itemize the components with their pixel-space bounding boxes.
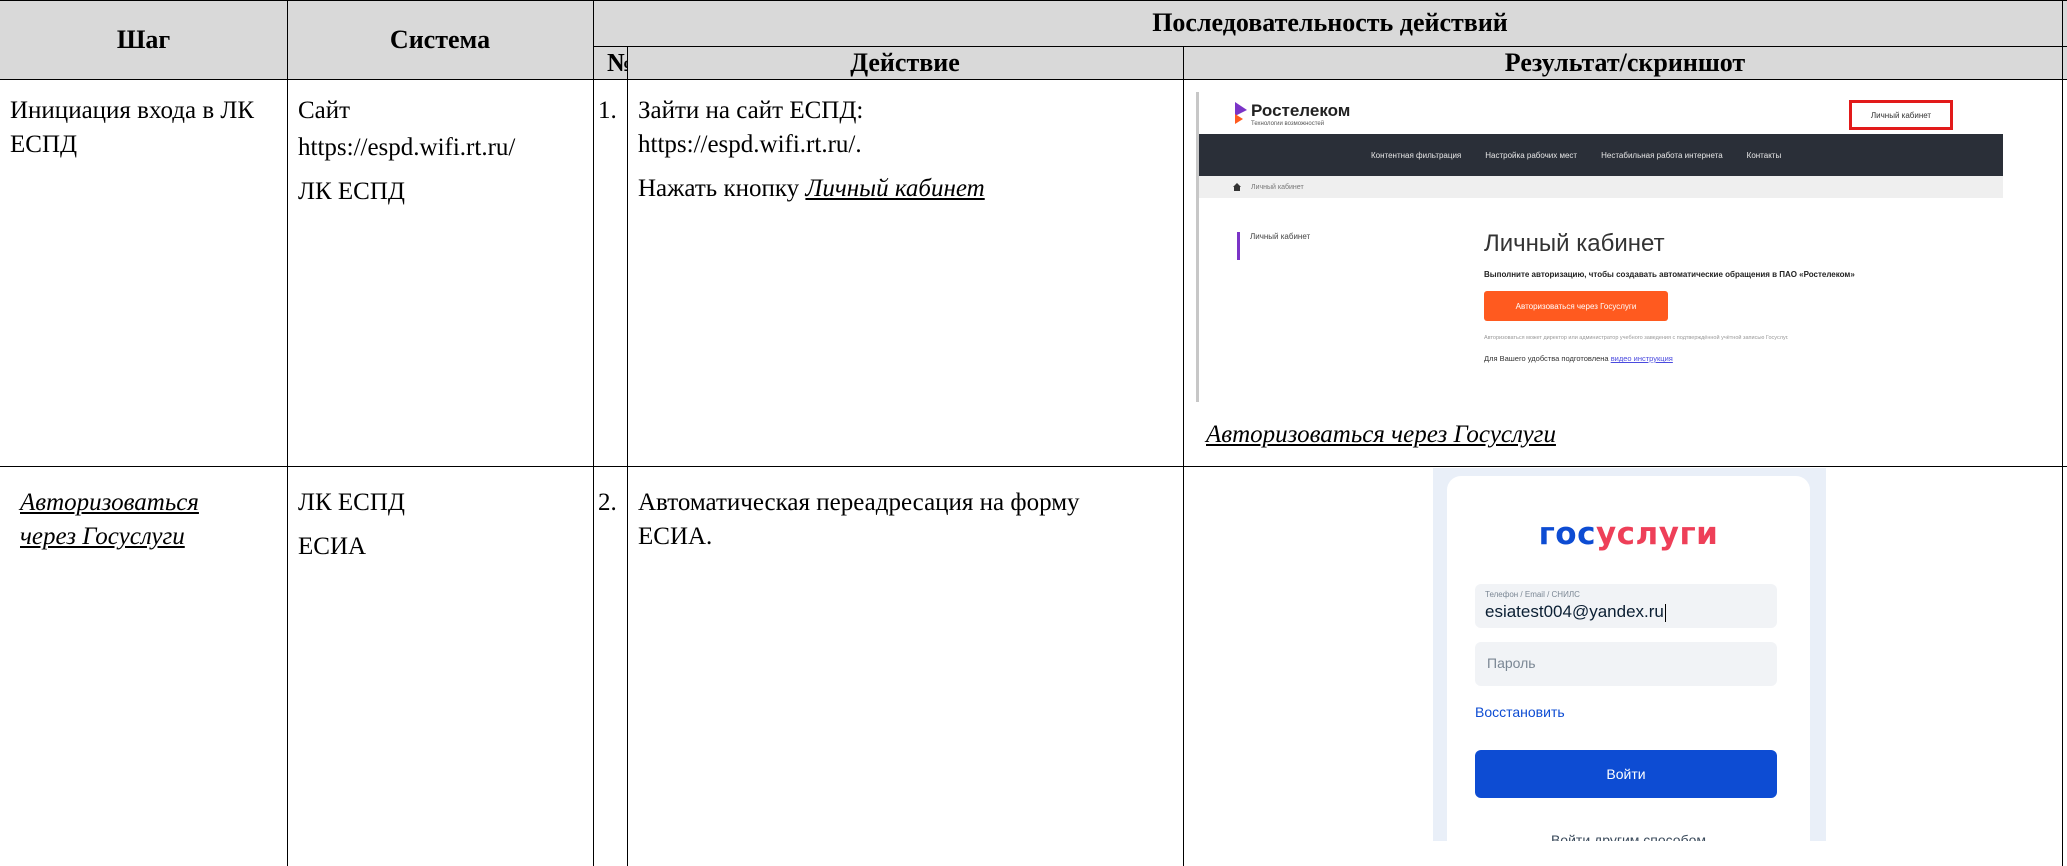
row2-number-text: 2. bbox=[598, 489, 617, 516]
nav-item[interactable]: Нестабильная работа интернета bbox=[1601, 151, 1723, 160]
row2-system-line: ЛК ЕСПД bbox=[298, 489, 405, 516]
login-button[interactable]: Войти bbox=[1475, 750, 1777, 798]
header-number-label: № bbox=[607, 47, 627, 77]
gosuslugi-logo-part: услуги bbox=[1595, 516, 1719, 552]
sidebar-item-lk[interactable]: Личный кабинет bbox=[1237, 232, 1310, 260]
login-button-label: Войти bbox=[1606, 766, 1646, 782]
alt-login-link[interactable]: Войти другим способом bbox=[1447, 832, 1810, 841]
row2-number: 2. bbox=[598, 486, 628, 520]
header-system-label: Система bbox=[389, 24, 491, 54]
grid-line bbox=[287, 0, 288, 866]
grid-line bbox=[2062, 0, 2063, 866]
row2-system-line: ЕСИА bbox=[298, 533, 367, 560]
row1-system-line: Сайт bbox=[298, 97, 351, 124]
help-prefix: Для Вашего удобства подготовлена bbox=[1484, 354, 1611, 363]
gosuslugi-auth-button-label: Авторизоваться через Госуслуги bbox=[1515, 301, 1637, 311]
gosuslugi-logo: госуслуги bbox=[1447, 516, 1810, 552]
breadcrumb: Личный кабинет bbox=[1199, 176, 2003, 198]
row1-action-press: Нажать кнопку Личный кабинет bbox=[638, 172, 1178, 206]
rostelecom-logo-tagline: Технологии возможностей bbox=[1251, 121, 1325, 127]
header-step: Шаг bbox=[0, 0, 287, 79]
restore-password-link[interactable]: Восстановить bbox=[1475, 704, 1565, 720]
row1-action: Зайти на сайт ЕСПД: https://espd.wifi.rt… bbox=[638, 94, 1178, 206]
gosuslugi-caption-link[interactable]: Авторизоваться через Госуслуги bbox=[1206, 421, 1556, 448]
grid-line bbox=[0, 0, 2067, 1]
lk-link[interactable]: Личный кабинет bbox=[805, 175, 984, 202]
gosuslugi-screenshot: госуслуги Телефон / Email / СНИЛС esiate… bbox=[1433, 468, 1826, 841]
home-icon[interactable] bbox=[1233, 183, 1241, 191]
login-field-label: Телефон / Email / СНИЛС bbox=[1485, 590, 1580, 599]
lk-button[interactable]: Личный кабинет bbox=[1849, 100, 1953, 130]
row2-step-link[interactable]: Авторизоваться bbox=[20, 486, 282, 520]
header-result: Результат/скриншот bbox=[1183, 46, 2067, 79]
row2-action-line: ЕСИА. bbox=[638, 523, 713, 550]
rostelecom-logo-icon bbox=[1235, 102, 1247, 124]
lk-button-label: Личный кабинет bbox=[1870, 110, 1932, 120]
grid-line bbox=[593, 0, 594, 866]
header-system: Система bbox=[287, 0, 593, 79]
gosuslugi-login-card: госуслуги Телефон / Email / СНИЛС esiate… bbox=[1447, 476, 1810, 841]
row1-step: Инициация входа в ЛК ЕСПД bbox=[10, 94, 282, 162]
login-field[interactable]: Телефон / Email / СНИЛС esiatest004@yand… bbox=[1475, 584, 1777, 628]
grid-line bbox=[0, 466, 2067, 467]
row2-step: Авторизоваться через Госуслуги bbox=[20, 486, 282, 554]
rostelecom-nav: Контентная фильтрация Настройка рабочих … bbox=[1199, 134, 2003, 176]
header-number: № bbox=[593, 46, 627, 79]
grid-line bbox=[1183, 46, 1184, 866]
header-action: Действие bbox=[627, 46, 1183, 79]
row2-step-link[interactable]: через Госуслуги bbox=[20, 520, 282, 554]
sidebar-item-label: Личный кабинет bbox=[1250, 232, 1311, 241]
auth-note: Авторизоваться может директор или админи… bbox=[1484, 335, 1789, 341]
password-placeholder: Пароль bbox=[1487, 655, 1536, 671]
row1-action-line: Зайти на сайт ЕСПД: bbox=[638, 97, 864, 124]
row1-action-url[interactable]: https://espd.wifi.rt.ru/. bbox=[638, 128, 1178, 162]
rostelecom-logo-name: Ростелеком bbox=[1251, 101, 1351, 120]
row1-action-press-text: Нажать кнопку bbox=[638, 175, 806, 202]
row2-action: Автоматическая переадресация на форму ЕС… bbox=[638, 486, 1178, 554]
nav-item[interactable]: Контентная фильтрация bbox=[1371, 151, 1461, 160]
row2-system: ЛК ЕСПД ЕСИА bbox=[298, 486, 593, 564]
header-step-label: Шаг bbox=[116, 24, 171, 54]
breadcrumb-item: Личный кабинет bbox=[1251, 183, 1304, 191]
gosuslugi-auth-button[interactable]: Авторизоваться через Госуслуги bbox=[1484, 291, 1668, 321]
row1-result-caption: Авторизоваться через Госуслуги bbox=[1206, 418, 2006, 452]
grid-line bbox=[627, 46, 628, 866]
header-action-label: Действие bbox=[850, 47, 960, 77]
row1-number: 1. bbox=[598, 94, 628, 128]
page-subtitle: Выполните авторизацию, чтобы создавать а… bbox=[1484, 270, 1855, 279]
row1-system-url[interactable]: https://espd.wifi.rt.ru/ bbox=[298, 131, 593, 165]
row1-system: Сайт https://espd.wifi.rt.ru/ ЛК ЕСПД bbox=[298, 94, 593, 209]
gosuslugi-logo-part: гос bbox=[1538, 516, 1596, 552]
grid-line bbox=[593, 46, 2067, 47]
login-value-text: esiatest004@yandex.ru bbox=[1485, 602, 1664, 621]
rostelecom-screenshot: Ростелеком Технологии возможностей Личны… bbox=[1196, 92, 2003, 402]
nav-item[interactable]: Настройка рабочих мест bbox=[1485, 151, 1577, 160]
header-result-label: Результат/скриншот bbox=[1504, 47, 1746, 77]
login-field-value: esiatest004@yandex.ru bbox=[1485, 602, 1666, 622]
row1-system-line: ЛК ЕСПД bbox=[298, 178, 405, 205]
header-sequence: Последовательность действий bbox=[593, 0, 2067, 46]
text-caret bbox=[1664, 603, 1666, 622]
help-text: Для Вашего удобства подготовлена видео и… bbox=[1484, 354, 1673, 363]
row1-step-text: Инициация входа в ЛК ЕСПД bbox=[10, 97, 255, 158]
video-instruction-link[interactable]: видео инструкция bbox=[1611, 354, 1673, 363]
row1-number-text: 1. bbox=[598, 97, 617, 124]
page-title: Личный кабинет bbox=[1484, 230, 1665, 257]
nav-item[interactable]: Контакты bbox=[1747, 151, 1782, 160]
header-sequence-label: Последовательность действий bbox=[1152, 8, 1508, 37]
grid-line bbox=[0, 79, 2067, 80]
password-field[interactable]: Пароль bbox=[1475, 642, 1777, 686]
row2-action-line: Автоматическая переадресация на форму bbox=[638, 489, 1080, 516]
rostelecom-logo: Ростелеком Технологии возможностей bbox=[1233, 102, 1350, 127]
